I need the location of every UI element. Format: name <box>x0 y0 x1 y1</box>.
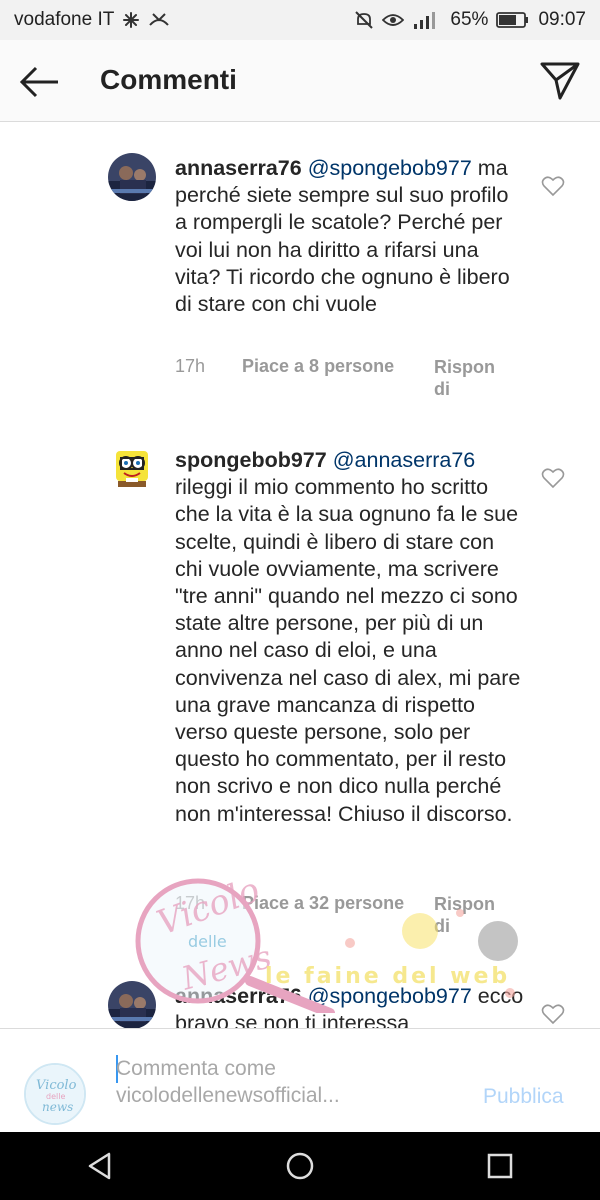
publish-button[interactable]: Pubblica <box>483 1085 564 1109</box>
system-nav-bar <box>0 1132 600 1200</box>
battery-percent: 65% <box>450 9 489 30</box>
nav-back-button[interactable] <box>70 1141 130 1191</box>
comment-likes[interactable]: Piace a 8 persone <box>242 356 394 377</box>
like-button[interactable] <box>541 1003 565 1025</box>
status-bar: vodafone IT 65% 09:07 <box>0 0 600 40</box>
comment-mention[interactable]: @annaserra76 <box>333 448 476 472</box>
app-bar: Commenti <box>0 40 600 122</box>
carrier-label: vodafone IT <box>14 9 115 30</box>
comment-username[interactable]: annaserra76 <box>175 156 302 180</box>
comment-text: spongebob977 @annaserra76 rileggi il mio… <box>175 447 525 828</box>
comment-username[interactable]: annaserra76 <box>175 984 302 1008</box>
composer-avatar-text-3: news <box>42 1100 73 1114</box>
share-button[interactable] <box>538 58 582 102</box>
avatar: Vicolo delle news <box>24 1063 86 1125</box>
signal-icon <box>412 10 442 30</box>
comment-likes[interactable]: Piace a 32 persone <box>242 893 404 914</box>
battery-icon <box>496 11 530 29</box>
back-triangle-icon <box>88 1152 111 1180</box>
send-icon <box>540 62 580 100</box>
status-right: 65% 09:07 <box>354 9 586 31</box>
comment-time: 17h <box>175 893 206 913</box>
comment-time: 17h <box>175 356 206 376</box>
comment-body: rileggi il mio commento ho scritto che l… <box>175 475 521 826</box>
page-title: Commenti <box>100 64 237 95</box>
heart-icon <box>541 1004 565 1025</box>
comment-username[interactable]: spongebob977 <box>175 448 327 472</box>
missed-call-icon <box>148 11 170 29</box>
reply-button[interactable]: Rispondi <box>434 356 498 400</box>
avatar[interactable] <box>108 153 156 201</box>
avatar[interactable] <box>108 445 156 493</box>
eye-icon <box>382 12 405 28</box>
comment-mention[interactable]: @spongebob977 <box>308 984 472 1008</box>
comment-body: ma perché siete sempre sul suo profilo a… <box>175 156 510 317</box>
asterisk-icon <box>122 11 140 29</box>
recents-square-icon <box>487 1153 513 1179</box>
nav-home-button[interactable] <box>270 1141 330 1191</box>
heart-icon <box>541 176 565 197</box>
nav-recents-button[interactable] <box>470 1141 530 1191</box>
status-left: vodafone IT <box>14 9 170 31</box>
home-circle-icon <box>286 1152 314 1180</box>
comment-meta: 17h Piace a 32 persone Rispondi <box>175 893 555 943</box>
back-button[interactable] <box>18 62 62 102</box>
comment-input[interactable]: Commenta come vicolodellenewsofficial... <box>116 1055 456 1109</box>
like-button[interactable] <box>541 175 565 197</box>
comment-meta: 17h Piace a 8 persone Rispondi <box>175 356 555 406</box>
clock: 09:07 <box>538 9 586 30</box>
composer-avatar-text-1: Vicolo <box>36 1078 77 1093</box>
reply-button[interactable]: Rispondi <box>434 893 498 937</box>
comment-composer: Vicolo delle news Commenta come vicolode… <box>0 1028 600 1132</box>
comments-feed[interactable]: annaserra76 @spongebob977 ma perché siet… <box>0 123 600 1028</box>
comment-text: annaserra76 @spongebob977 ma perché siet… <box>175 155 525 318</box>
comment-mention[interactable]: @spongebob977 <box>308 156 472 180</box>
comment-text: annaserra76 @spongebob977 ecco bravo se … <box>175 983 525 1028</box>
like-button[interactable] <box>541 467 565 489</box>
heart-icon <box>541 468 565 489</box>
mute-icon <box>354 10 374 30</box>
back-arrow-icon <box>19 66 58 98</box>
avatar[interactable] <box>108 981 156 1028</box>
